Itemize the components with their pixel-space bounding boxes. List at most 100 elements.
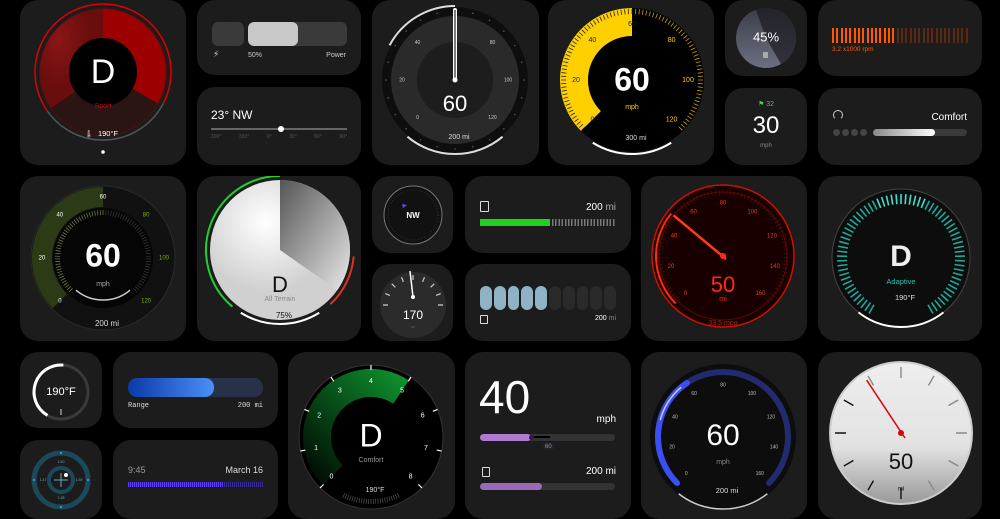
scale-label: 40 <box>672 414 678 420</box>
adaptive-card: D Adaptive 190°F <box>818 176 982 341</box>
terrain-card: D All Terrain 75% <box>197 176 361 341</box>
range-bar <box>128 378 263 397</box>
needle-hub <box>411 295 415 299</box>
time: 9:45 <box>128 465 146 475</box>
scale-label: 40 <box>415 40 421 46</box>
speed-value: 60 <box>443 91 467 116</box>
mode-label: Adaptive <box>886 277 915 286</box>
scale-label: 120 <box>141 299 152 305</box>
fuel-range-unit: mi <box>605 202 616 213</box>
rpm-bar <box>948 28 951 43</box>
rpm-bar <box>836 28 839 43</box>
rpm-bar <box>832 28 834 43</box>
coolant-icon: 🌡 <box>85 130 94 138</box>
date-progress-fill <box>128 482 223 487</box>
scale-label: 6 <box>421 412 425 419</box>
power-segment-low[interactable] <box>212 22 244 46</box>
ring-dot <box>520 97 523 99</box>
scale-label: 160 <box>756 471 765 477</box>
range-value: 200 mi <box>716 486 739 495</box>
dot[interactable] <box>860 129 867 136</box>
blue-speedo-card: 0 20 40 60 80 100 120 140 160 60 mph 200 mi <box>641 352 807 519</box>
temperature: 190°F <box>98 129 119 138</box>
fuel-icon <box>482 467 490 477</box>
ring-dot <box>387 61 390 63</box>
yellow-speedo-card: 0 20 40 60 80 100 120 60 mph 300 mi <box>548 0 714 165</box>
fuel-segment <box>562 286 575 310</box>
heading-slider-thumb[interactable] <box>278 126 284 132</box>
rpm-card: 3.2 x1000 rpm <box>818 0 982 76</box>
segments-range-value: 200 <box>594 315 607 322</box>
dot[interactable] <box>851 129 858 136</box>
rpm-bar <box>888 28 891 43</box>
speed-bar[interactable] <box>480 434 615 441</box>
position-dot <box>64 473 68 477</box>
fuel-segment <box>604 286 616 310</box>
scale-label: 40 <box>589 37 597 44</box>
rpm-bar <box>870 28 873 43</box>
range-label: Range <box>128 402 150 410</box>
heading-tick: 30° <box>289 134 297 140</box>
traffic-icon: ⚑ <box>757 101 765 108</box>
ring-marker <box>59 505 63 509</box>
fuel-percent-value: 45% <box>753 29 779 44</box>
fuel-segment <box>507 286 520 310</box>
value-right: 1.39 <box>76 478 83 482</box>
dot[interactable] <box>842 129 849 136</box>
speed-unit: mph <box>596 414 616 425</box>
needle-core <box>454 10 456 80</box>
rpm-bar <box>905 28 908 43</box>
rpm-bar <box>935 28 938 43</box>
rpm-bar <box>866 28 869 43</box>
value-bottom: 1.28 <box>58 496 65 500</box>
gear-letter: D <box>890 240 912 273</box>
scale-label: 1 <box>314 445 318 452</box>
rpm-bar <box>931 28 934 43</box>
temperature: 190°F <box>895 293 916 302</box>
ring-marker <box>32 478 36 482</box>
rpm-bar <box>875 28 878 43</box>
heading-slider[interactable] <box>211 126 347 132</box>
rpm-bar <box>952 28 955 43</box>
scale-label: 120 <box>666 116 678 123</box>
power-label: Power <box>326 52 346 59</box>
rpm-bar <box>901 28 903 43</box>
tick <box>561 86 567 88</box>
ring-dot <box>523 79 525 81</box>
tick <box>697 86 703 88</box>
scale-label: 80 <box>668 37 676 44</box>
comfort-slider[interactable] <box>873 129 967 136</box>
power-slider[interactable] <box>248 22 347 46</box>
mode-label: Comfort <box>359 457 384 464</box>
scale-label: 100 <box>504 77 513 83</box>
temperature: 190°F <box>366 486 385 494</box>
fuel-percent-dial: 45% <box>736 7 796 68</box>
crosshair-card: 1.50 1.28 1.47 1.39 <box>20 440 102 519</box>
bolt-icon: ⚡ <box>213 49 220 59</box>
scale-label: 20 <box>39 256 46 262</box>
gauge-unit: mi <box>719 296 727 303</box>
speed-bar-thumb[interactable] <box>529 435 534 440</box>
red-gauge: 02040608010012014016050mi33.5 mpg <box>651 184 795 328</box>
comfort-dots[interactable] <box>833 129 867 136</box>
ring-dot <box>488 19 491 22</box>
red-gauge-card: 0 20 40 60 80 100 120 140 160 50 mi 33.5 mpg <box>641 176 807 341</box>
tick <box>561 72 567 74</box>
comfort-gauge: 0 1 2 3 4 5 6 7 8 D Comfort 190°F <box>298 364 444 510</box>
segments-range-unit: mi <box>608 315 616 322</box>
dot[interactable] <box>833 129 840 136</box>
scale-label: 20 <box>669 444 675 450</box>
mode-label: Sport <box>95 103 112 110</box>
rpm-bar <box>896 28 899 43</box>
blue-speedometer: 0 20 40 60 80 100 120 140 160 60 mph 200 mi <box>650 364 796 510</box>
speed-unit: mph <box>760 143 772 149</box>
needle-hub <box>898 430 904 436</box>
fuel-segment <box>521 286 534 310</box>
value-top: 1.50 <box>58 460 65 464</box>
gauge-unit: mi <box>898 487 904 493</box>
ring-dot <box>502 127 505 130</box>
scale-label: 80 <box>720 382 726 388</box>
ring-dot <box>472 12 474 15</box>
tick <box>638 9 640 15</box>
power-slider-fill <box>248 22 298 46</box>
